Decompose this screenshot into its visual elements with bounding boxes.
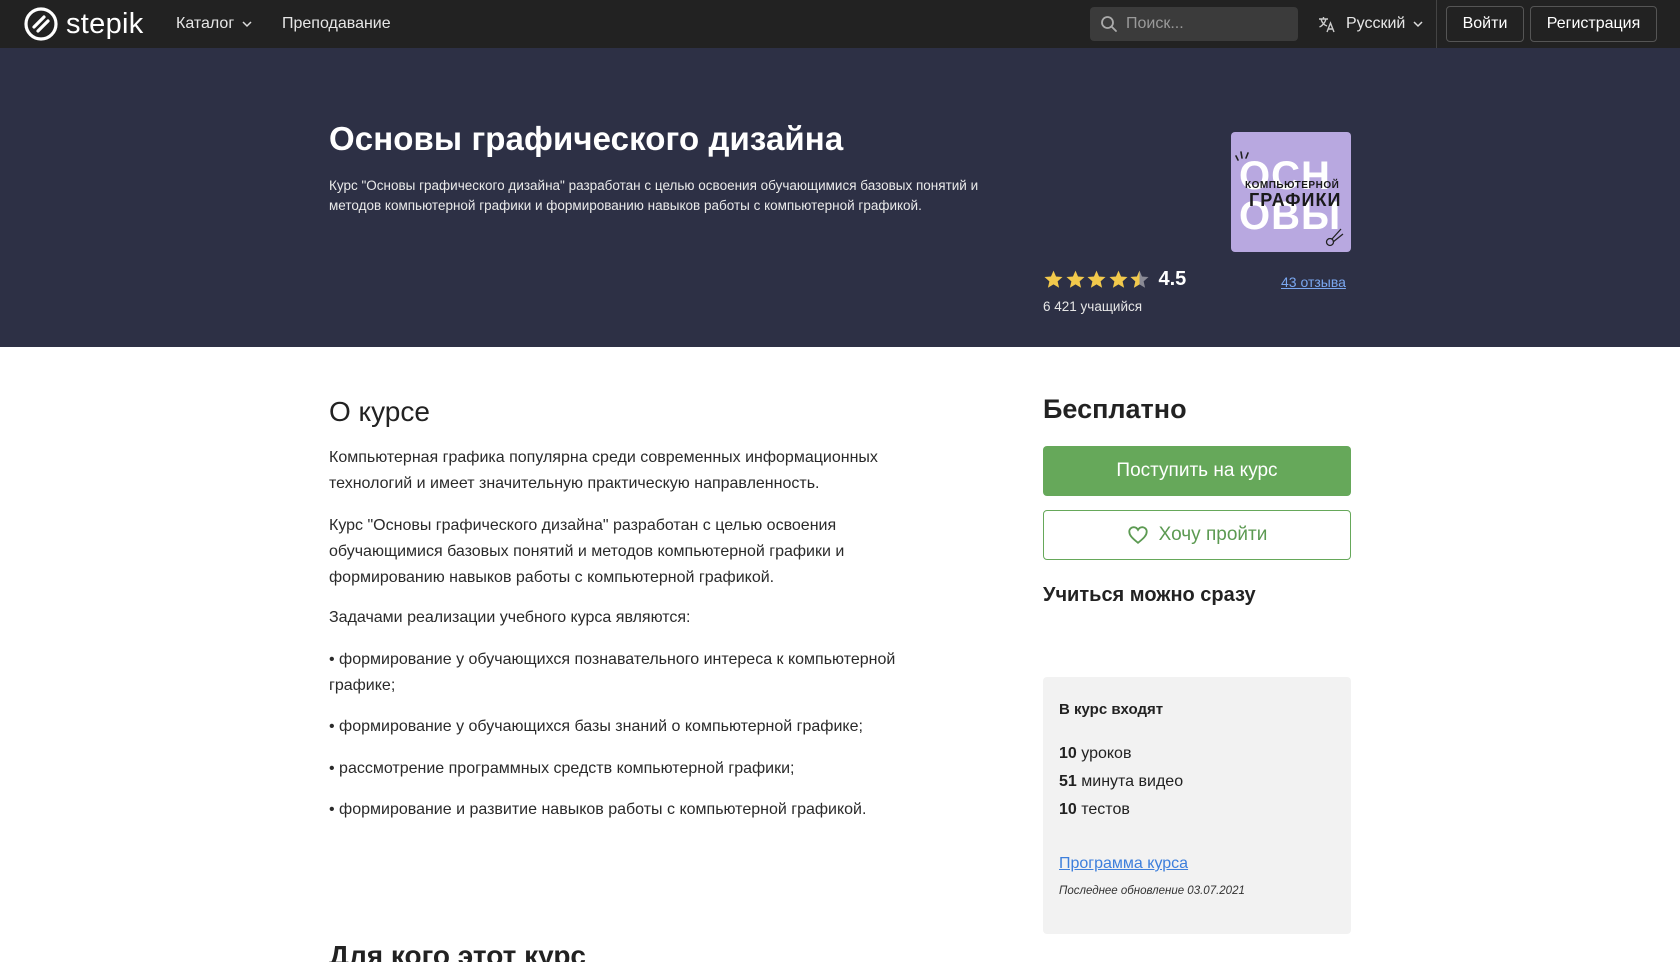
about-list-item: • рассмотрение программных средств компь… (329, 760, 795, 777)
includes-count: 10 (1059, 745, 1077, 762)
language-label: Русский (1346, 15, 1406, 32)
scissors-doodle-icon (1325, 228, 1344, 247)
includes-count: 10 (1059, 801, 1077, 818)
heart-icon (1128, 526, 1148, 544)
enroll-button[interactable]: Поступить на курс (1043, 446, 1351, 496)
about-paragraph: Задачами реализации учебного курса являю… (329, 609, 691, 626)
learners-count: 6 421 учащийся (1043, 299, 1143, 314)
top-navbar: stepik Каталог Преподавание Русский Войт… (0, 0, 1680, 48)
register-button[interactable]: Регистрация (1530, 6, 1657, 42)
search-box[interactable] (1090, 7, 1298, 41)
nav-teaching[interactable]: Преподавание (282, 0, 391, 48)
about-list-item: • формирование у обучающихся базы знаний… (329, 718, 863, 735)
learn-now-label: Учиться можно сразу (1043, 584, 1256, 606)
cover-text-mid: ГРАФИКИ (1249, 190, 1342, 210)
search-input[interactable] (1126, 15, 1286, 33)
star-full-icon (1065, 270, 1085, 288)
course-summary: Курс "Основы графического дизайна" разра… (329, 178, 979, 213)
reviews-link[interactable]: 43 отзыва (1281, 274, 1346, 290)
last-updated: Последнее обновление 03.07.2021 (1059, 885, 1245, 897)
nav-catalog-label: Каталог (176, 15, 235, 32)
includes-title: В курс входят (1059, 701, 1164, 718)
audience-heading: Для кого этот курс (329, 940, 587, 962)
chevron-down-icon (242, 21, 252, 28)
includes-label: минута видео (1081, 773, 1184, 790)
rating-value: 4.5 (1158, 268, 1187, 290)
stepik-logo-icon (24, 7, 58, 41)
price-label: Бесплатно (1043, 394, 1187, 424)
course-title: Основы графического дизайна (329, 120, 844, 157)
about-list-item: • формирование у обучающихся познаватель… (329, 651, 896, 694)
translate-icon (1319, 17, 1335, 33)
star-half-icon (1130, 270, 1149, 288)
nav-divider (1436, 0, 1437, 48)
nav-teaching-label: Преподавание (282, 15, 391, 32)
login-button[interactable]: Войти (1446, 6, 1524, 42)
stepik-logo[interactable]: stepik (24, 7, 144, 41)
nav-catalog[interactable]: Каталог (176, 0, 252, 48)
star-full-icon (1087, 270, 1106, 288)
course-includes-card: В курс входят 10 уроков 51 минута видео … (1043, 677, 1351, 934)
star-full-icon (1108, 270, 1128, 288)
search-icon (1101, 16, 1117, 32)
about-heading: О курсе (329, 396, 430, 427)
includes-label: тестов (1081, 801, 1130, 818)
course-rating: 4.5 (1043, 268, 1186, 291)
wishlist-label: Хочу пройти (1158, 524, 1268, 545)
includes-item: 51 минута видео (1059, 773, 1183, 791)
course-cover-image: ОСН ОВЫ КОМПЬЮТЕРНОЙ ГРАФИКИ (1231, 132, 1351, 252)
logo-text: stepik (66, 7, 144, 40)
includes-label: уроков (1081, 745, 1132, 762)
chevron-down-icon (1413, 21, 1423, 28)
wishlist-button[interactable]: Хочу пройти (1043, 510, 1351, 560)
language-selector[interactable]: Русский (1318, 0, 1423, 48)
star-full-icon (1044, 270, 1063, 288)
includes-item: 10 тестов (1059, 801, 1130, 819)
includes-count: 51 (1059, 773, 1077, 790)
program-link[interactable]: Программа курса (1059, 855, 1188, 873)
about-paragraph: Курс "Основы графического дизайна" разра… (329, 517, 845, 586)
about-paragraph: Компьютерная графика популярна среди сов… (329, 449, 878, 492)
includes-item: 10 уроков (1059, 745, 1131, 763)
about-list-item: • формирование и развитие навыков работы… (329, 801, 867, 818)
